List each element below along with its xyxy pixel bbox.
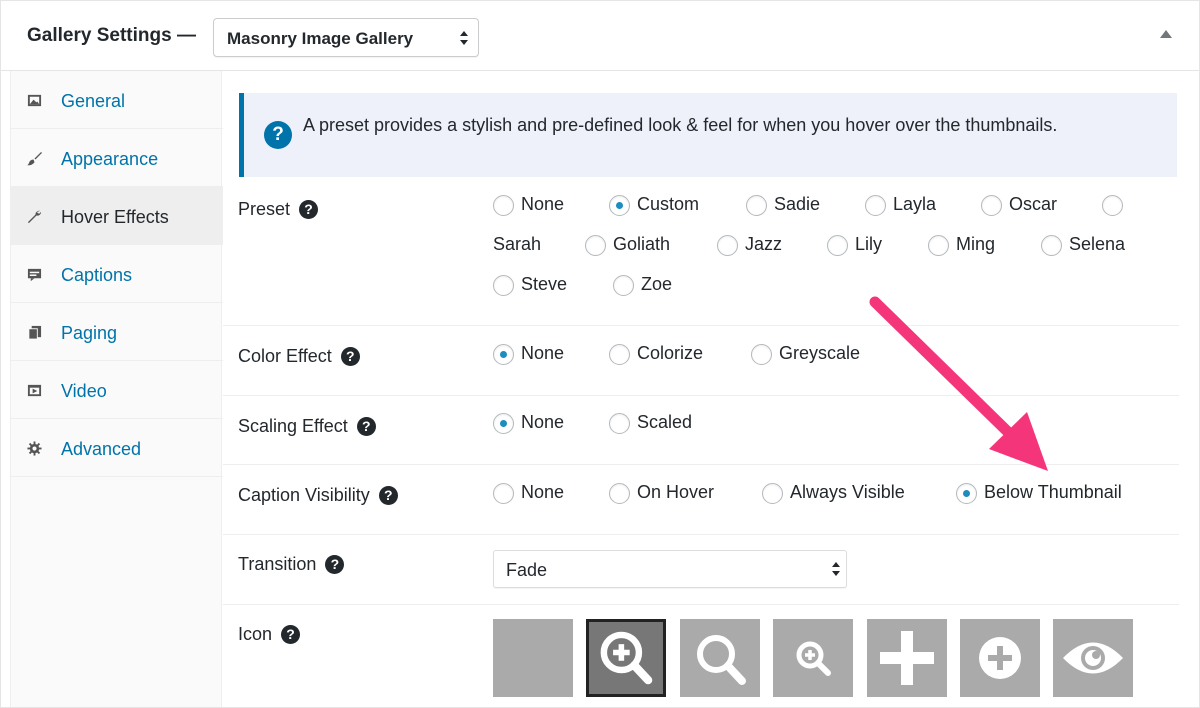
gear-icon <box>27 441 42 456</box>
icon-choice-blank[interactable] <box>493 619 573 697</box>
brush-icon <box>27 151 42 166</box>
tab-label-video: Video <box>61 381 107 401</box>
tab-label-hover-effects: Hover Effects <box>61 207 169 227</box>
zoom-in-small-icon <box>796 641 831 676</box>
tab-captions[interactable]: Captions <box>11 245 223 303</box>
tab-general[interactable]: General <box>11 71 223 129</box>
plus-circle-icon <box>979 637 1021 679</box>
radio-button[interactable] <box>928 235 949 256</box>
transition-label: Transition? <box>238 554 345 575</box>
zoom-in-icon <box>600 631 653 685</box>
radio-button[interactable] <box>493 483 514 504</box>
tab-hover-effects[interactable]: Hover Effects <box>11 187 223 245</box>
tab-advanced[interactable]: Advanced <box>11 419 223 477</box>
select-arrows-icon <box>832 562 840 576</box>
tab-appearance[interactable]: Appearance <box>11 129 223 187</box>
pages-icon <box>28 325 42 340</box>
tab-label-captions: Captions <box>61 265 133 285</box>
radio-button[interactable] <box>493 344 514 365</box>
radio-button[interactable] <box>493 275 514 296</box>
scaling-effect-row: Scaling Effect? <box>223 396 1179 465</box>
help-icon[interactable]: ? <box>340 347 360 366</box>
radio-button[interactable] <box>746 195 767 216</box>
radio-button[interactable] <box>493 413 514 434</box>
radio-button[interactable] <box>609 413 630 434</box>
tab-label-advanced: Advanced <box>61 439 142 459</box>
wrench-icon <box>27 210 42 224</box>
radio-button[interactable] <box>981 195 1002 216</box>
radio-button[interactable] <box>751 344 772 365</box>
radio-button[interactable] <box>609 344 630 365</box>
radio-button[interactable] <box>762 483 783 504</box>
preset-option-sarah-radio[interactable] <box>1102 194 1126 218</box>
gallery-settings-panel: Gallery Settings — Masonry Image Gallery… <box>0 0 1200 708</box>
radio-button[interactable] <box>827 235 848 256</box>
radio-button[interactable] <box>1041 235 1062 256</box>
preset-label: Preset? <box>238 199 319 220</box>
settings-sidebar: General Appearance Hover Effects Caption… <box>10 71 223 707</box>
radio-button[interactable] <box>609 195 630 216</box>
gallery-type-value: Masonry Image Gallery <box>227 29 414 48</box>
icon-choice-eye[interactable] <box>1053 619 1133 697</box>
icon-choice-search[interactable] <box>680 619 760 697</box>
help-icon[interactable]: ? <box>356 417 376 436</box>
help-icon[interactable]: ? <box>325 555 345 574</box>
eye-icon <box>1063 642 1123 674</box>
caption-icon <box>27 268 42 282</box>
image-icon <box>27 94 42 107</box>
help-icon[interactable]: ? <box>281 625 301 644</box>
panel-header: Gallery Settings — Masonry Image Gallery <box>1 1 1199 71</box>
transition-value: Fade <box>506 560 548 580</box>
collapse-toggle-icon[interactable] <box>1160 30 1172 38</box>
tab-video[interactable]: Video <box>11 361 223 419</box>
gallery-type-select[interactable]: Masonry Image Gallery <box>213 18 479 57</box>
panel-title: Gallery Settings — <box>27 25 196 46</box>
radio-button[interactable] <box>717 235 738 256</box>
icon-label: Icon? <box>238 624 301 645</box>
icon-choice-zoom-plus-small[interactable] <box>773 619 853 697</box>
notice-text: A preset provides a stylish and pre-defi… <box>303 115 1058 135</box>
radio-button[interactable] <box>609 483 630 504</box>
icon-choice-plus-circle[interactable] <box>960 619 1040 697</box>
tab-paging[interactable]: Paging <box>11 303 223 361</box>
radio-button[interactable] <box>613 275 634 296</box>
tab-label-general: General <box>61 91 126 111</box>
icon-choice-plus[interactable] <box>867 619 947 697</box>
caption-visibility-label: Caption Visibility? <box>238 485 398 506</box>
radio-button[interactable] <box>865 195 886 216</box>
video-icon <box>27 384 42 397</box>
icon-choice-zoom-plus-large[interactable] <box>586 619 666 697</box>
search-icon <box>697 635 746 685</box>
radio-button[interactable] <box>493 195 514 216</box>
help-icon[interactable]: ? <box>378 486 398 505</box>
tab-label-paging: Paging <box>61 323 118 343</box>
radio-button[interactable] <box>956 483 977 504</box>
help-circle-icon: ? <box>264 121 292 149</box>
help-icon[interactable]: ? <box>299 200 319 219</box>
select-arrows-icon <box>460 31 468 45</box>
radio-button[interactable] <box>1102 195 1123 216</box>
color-effect-label: Color Effect? <box>238 346 360 367</box>
plus-icon <box>880 631 934 685</box>
radio-button[interactable] <box>585 235 606 256</box>
tab-label-appearance: Appearance <box>61 149 159 169</box>
preset-help-notice: ? A preset provides a stylish and pre-de… <box>239 93 1177 177</box>
scaling-effect-label: Scaling Effect? <box>238 416 376 437</box>
transition-select[interactable]: Fade <box>493 550 847 588</box>
